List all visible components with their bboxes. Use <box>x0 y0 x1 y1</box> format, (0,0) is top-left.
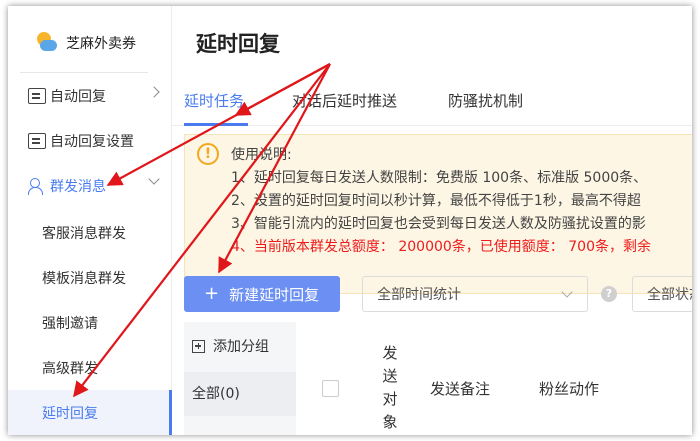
time-stats-select-value: 全部时间统计 <box>377 287 461 303</box>
group-panel: 添加分组 全部(0) <box>184 322 296 435</box>
add-group-label: 添加分组 <box>213 339 269 355</box>
notice-line-1: 1、延时回复每日发送人数限制：免费版 100条、标准版 5000条、 <box>231 170 648 186</box>
app-window: 芝麻外卖券 自动回复 自动回复设置 群发消息 客服消息群发 模板消息群发 强制邀… <box>8 6 692 435</box>
table-header: 发送对象 发送备注 粉丝动作 <box>296 322 692 435</box>
group-all-item[interactable]: 全部(0) <box>184 372 296 416</box>
plus-square-icon <box>192 339 205 353</box>
active-tab-indicator <box>184 123 248 126</box>
sidebar-subitem-advanced-mass[interactable]: 高级群发 <box>8 345 172 390</box>
column-header-fan-action: 粉丝动作 <box>539 380 600 398</box>
sidebar-item-mass-message[interactable]: 群发消息 <box>8 164 172 208</box>
sidebar-item-auto-reply[interactable]: 自动回复 <box>8 74 172 118</box>
sidebar-subitem-template-mass[interactable]: 模板消息群发 <box>8 255 172 300</box>
brand[interactable]: 芝麻外卖券 <box>34 30 136 56</box>
sidebar-item-label: 自动回复 <box>50 89 106 105</box>
brand-name: 芝麻外卖券 <box>66 36 136 52</box>
sidebar-subitem-label: 客服消息群发 <box>42 225 126 242</box>
main-content: 延时回复 延时任务 对话后延时推送 防骚扰机制 ! 使用说明: 1、延时回复每日… <box>172 6 692 435</box>
sidebar-subitem-customer-service-mass[interactable]: 客服消息群发 <box>8 210 172 255</box>
column-header-target: 发送对象 <box>382 344 398 431</box>
new-delayed-reply-label: 新建延时回复 <box>229 285 320 304</box>
sidebar-item-auto-reply-settings[interactable]: 自动回复设置 <box>8 119 172 163</box>
plus-icon: + <box>204 283 220 304</box>
page-title: 延时回复 <box>196 32 280 56</box>
sidebar-item-label: 群发消息 <box>50 179 106 195</box>
sidebar-subitem-label: 延时回复 <box>42 405 98 422</box>
sidebar-subitem-label: 高级群发 <box>42 360 98 377</box>
chevron-right-icon <box>148 86 160 98</box>
chat-icon <box>28 88 46 104</box>
sidebar-subitem-label: 模板消息群发 <box>42 270 126 287</box>
usage-notice: ! 使用说明: 1、延时回复每日发送人数限制：免费版 100条、标准版 5000… <box>184 134 692 294</box>
tab-post-conversation-push[interactable]: 对话后延时推送 <box>292 90 397 111</box>
chevron-down-icon <box>148 173 160 185</box>
notice-line-4-quota: 4、当前版本群发总额度： 200000条，已使用额度： 700条，剩余 <box>231 239 651 255</box>
sun-cloud-logo-icon <box>34 31 58 55</box>
question-icon[interactable]: ? <box>601 286 617 302</box>
warning-icon: ! <box>197 143 219 165</box>
sidebar-subitem-label: 强制邀请 <box>42 315 98 332</box>
sidebar-divider <box>20 72 148 73</box>
notice-line-3: 3、智能引流内的延时回复也会受到每日发送人数及防骚扰设置的影 <box>231 216 646 232</box>
sidebar-subitem-forced-invite[interactable]: 强制邀请 <box>8 300 172 345</box>
sidebar-item-label: 自动回复设置 <box>50 134 134 150</box>
sidebar: 芝麻外卖券 自动回复 自动回复设置 群发消息 客服消息群发 模板消息群发 强制邀… <box>8 6 172 435</box>
chevron-down-icon <box>561 286 573 298</box>
users-icon <box>28 178 46 195</box>
status-select[interactable]: 全部状态 <box>632 276 692 312</box>
tab-bar: 延时任务 对话后延时推送 防骚扰机制 <box>172 76 692 126</box>
new-delayed-reply-button[interactable]: + 新建延时回复 <box>184 276 340 312</box>
status-select-value: 全部状态 <box>647 287 692 303</box>
tab-delayed-tasks[interactable]: 延时任务 <box>184 90 244 111</box>
notice-line-2: 2、设置的延时回复时间以秒计算，最低不得低于1秒，最高不得超 <box>231 193 641 209</box>
notice-title: 使用说明: <box>231 147 292 163</box>
column-header-note: 发送备注 <box>430 380 491 398</box>
add-group-button[interactable]: 添加分组 <box>192 336 269 356</box>
tab-anti-harassment[interactable]: 防骚扰机制 <box>448 90 523 111</box>
chat-icon <box>28 133 46 149</box>
time-stats-select[interactable]: 全部时间统计 <box>362 276 588 312</box>
select-all-checkbox[interactable] <box>322 380 339 397</box>
sidebar-subitem-delayed-reply[interactable]: 延时回复 <box>8 390 172 435</box>
